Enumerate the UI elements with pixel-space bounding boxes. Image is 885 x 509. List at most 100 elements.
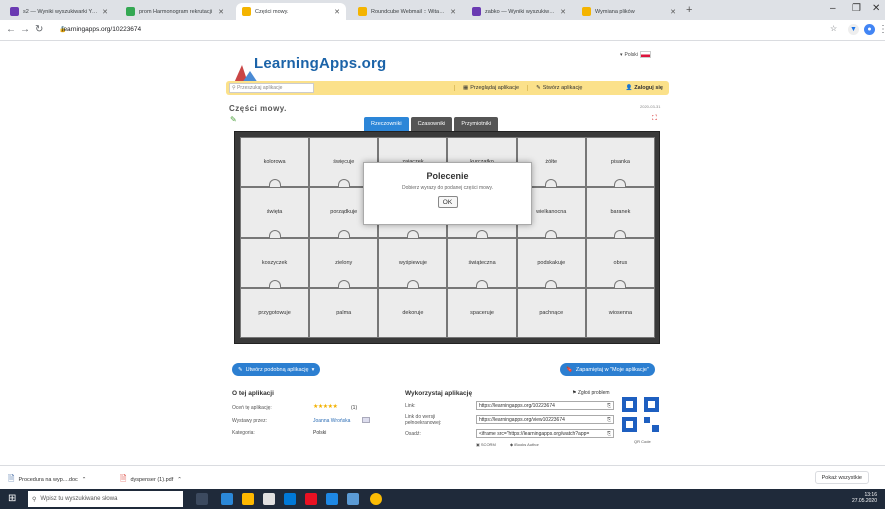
browser-tab-active[interactable]: Części mowy. ✕ — [236, 3, 346, 20]
back-icon[interactable]: ← — [6, 24, 16, 35]
menu-dots-icon[interactable]: ⋮ — [878, 24, 885, 35]
puzzle-piece[interactable]: święta — [240, 187, 310, 238]
chevron-up-icon[interactable]: ⌃ — [82, 477, 87, 483]
ok-button[interactable]: OK — [437, 196, 458, 208]
puzzle-piece[interactable]: pachnące — [516, 287, 586, 338]
puzzle-knob-icon — [545, 229, 558, 238]
report-problem-link[interactable]: ⚑ Zgłoś problem — [572, 390, 610, 396]
browser-tab[interactable]: prom Harmonogram rekrutacji ✕ — [120, 3, 230, 20]
puzzle-word: wyśpiewuje — [398, 259, 427, 266]
puzzle-piece[interactable]: koszyczek — [240, 237, 310, 288]
browse-apps-link[interactable]: ▦ Przeglądaj aplikacje — [454, 85, 527, 91]
report-label: Zgłoś problem — [577, 390, 610, 396]
ibooks-link[interactable]: ◆ iBooks Author — [510, 442, 539, 447]
mail-icon[interactable] — [284, 493, 296, 505]
edit-icon[interactable]: ✎ — [230, 115, 237, 124]
mcafee-icon[interactable] — [305, 493, 317, 505]
store-icon[interactable] — [263, 493, 275, 505]
forward-icon[interactable]: → — [20, 24, 30, 35]
qr-code-icon[interactable] — [622, 397, 662, 433]
search-input[interactable]: ⚲ Przeszukaj aplikacje — [229, 83, 314, 93]
restore-icon[interactable]: ❐ — [852, 3, 861, 14]
site-logo[interactable]: LearningApps.org — [254, 55, 386, 72]
login-link[interactable]: 👤 Zaloguj się — [626, 85, 663, 91]
user-icon: 👤 — [625, 85, 633, 91]
puzzle-piece[interactable]: kolorowa — [240, 137, 310, 188]
app-icon[interactable] — [347, 493, 359, 505]
tab-czasowniki[interactable]: Czasowniki — [410, 117, 453, 131]
embed-field[interactable]: <iframe src="https://learningapps.org/wa… — [476, 429, 614, 438]
extension-icon[interactable]: ▼ — [848, 24, 859, 35]
system-tray-clock[interactable]: 13:16 27.05.2020 — [852, 492, 877, 504]
create-app-link[interactable]: ✎ Stwórz aplikację — [527, 85, 590, 91]
puzzle-piece[interactable]: palma — [309, 287, 379, 338]
tab-rzeczowniki[interactable]: Rzeczowniki — [364, 117, 409, 131]
windows-start-icon[interactable]: ⊞ — [8, 493, 16, 504]
puzzle-piece[interactable]: wiosenna — [585, 287, 655, 338]
minimize-icon[interactable]: – — [830, 3, 836, 14]
puzzle-piece[interactable]: zielony — [309, 237, 379, 288]
close-tab-icon[interactable]: ✕ — [334, 8, 340, 16]
puzzle-knob-icon — [268, 179, 281, 188]
puzzle-piece[interactable]: dekoruje — [378, 287, 448, 338]
puzzle-knob-icon — [545, 179, 558, 188]
task-view-icon[interactable] — [196, 493, 208, 505]
language-selector[interactable]: ▾ Polski — [620, 51, 651, 58]
file-explorer-icon[interactable] — [242, 493, 254, 505]
puzzle-knob-icon — [476, 279, 489, 288]
puzzle-piece[interactable]: świąteczna — [447, 237, 517, 288]
fullscreen-icon[interactable]: ⛶ — [652, 115, 657, 123]
close-tab-icon[interactable]: ✕ — [560, 8, 566, 16]
browser-tab[interactable]: s2 — Wyniki wyszukiwarki Yahoo ✕ — [4, 3, 114, 20]
puzzle-piece[interactable]: baranek — [585, 187, 655, 238]
download-item[interactable]: 🗎 Procedura na wyp....doc ⌃ — [8, 473, 86, 487]
reload-icon[interactable]: ↻ — [35, 24, 43, 35]
close-tab-icon[interactable]: ✕ — [450, 8, 456, 16]
dropdown-arrow-icon: ▾ — [620, 51, 623, 58]
show-all-downloads-button[interactable]: Pokaż wszystkie — [814, 471, 869, 484]
tab-przymiotniki[interactable]: Przymiotniki — [454, 117, 499, 131]
puzzle-piece[interactable]: obrus — [585, 237, 655, 288]
app-icon[interactable] — [326, 493, 338, 505]
close-tab-icon[interactable]: ✕ — [102, 8, 108, 16]
rating-stars[interactable]: ★★★★★ — [313, 403, 338, 410]
fullscreen-value: https://learningapps.org/view10223674 — [479, 416, 565, 423]
save-to-my-apps-button[interactable]: 🔖 Zapamiętaj w "Moje aplikacje" — [560, 363, 655, 376]
author-label: Wystawy przez: — [232, 418, 267, 424]
puzzle-piece[interactable]: spaceruje — [447, 287, 517, 338]
puzzle-piece[interactable]: pisanka — [585, 137, 655, 188]
language-label: Polski — [624, 51, 638, 58]
scorm-link[interactable]: ▣ SCORM — [476, 442, 496, 447]
message-icon[interactable] — [362, 417, 370, 423]
embed-value: <iframe src="https://learningapps.org/wa… — [479, 430, 590, 437]
close-window-icon[interactable]: ✕ — [872, 3, 880, 14]
yahoo-favicon-icon — [472, 7, 481, 16]
new-tab-button[interactable]: + — [686, 4, 692, 16]
author-link[interactable]: Joanna Wrońska — [313, 418, 350, 424]
puzzle-piece[interactable]: wyśpiewuje — [378, 237, 448, 288]
puzzle-piece[interactable]: przygotowuje — [240, 287, 310, 338]
link-field[interactable]: https://learningapps.org/10223674 ⎘ — [476, 401, 614, 410]
puzzle-knob-icon — [406, 279, 419, 288]
close-tab-icon[interactable]: ✕ — [218, 8, 224, 16]
url-field[interactable]: learningapps.org/10223674 — [62, 26, 141, 33]
profile-avatar-icon[interactable]: ● — [864, 24, 875, 35]
copy-icon[interactable]: ⎘ — [607, 417, 611, 423]
download-item[interactable]: 🗎 dyspenser (1).pdf ⌃ — [120, 473, 182, 487]
close-tab-icon[interactable]: ✕ — [670, 8, 676, 16]
copy-icon[interactable]: ⎘ — [607, 431, 611, 437]
taskbar-search-input[interactable]: ⚲ Wpisz tu wyszukiwane słowa — [28, 491, 183, 507]
chevron-up-icon[interactable]: ⌃ — [177, 477, 182, 483]
chrome-icon[interactable] — [370, 493, 382, 505]
puzzle-piece[interactable]: podskakuje — [516, 237, 586, 288]
create-similar-button[interactable]: ✎ Utwórz podobną aplikację ▾ — [232, 363, 321, 376]
clock-date: 27.05.2020 — [851, 498, 877, 504]
bookmark-star-icon[interactable]: ☆ — [830, 24, 837, 33]
browser-tab[interactable]: Roundcube Webmail :: Witamy ✕ — [352, 3, 462, 20]
browser-tab[interactable]: Wymiana plików ✕ — [576, 3, 682, 20]
browser-tab[interactable]: zabko — Wyniki wyszukiwania Yo ✕ — [466, 3, 572, 20]
puzzle-word: koszyczek — [261, 259, 288, 266]
fullscreen-link-field[interactable]: https://learningapps.org/view10223674 ⎘ — [476, 415, 614, 424]
edge-icon[interactable] — [221, 493, 233, 505]
copy-icon[interactable]: ⎘ — [607, 403, 611, 409]
